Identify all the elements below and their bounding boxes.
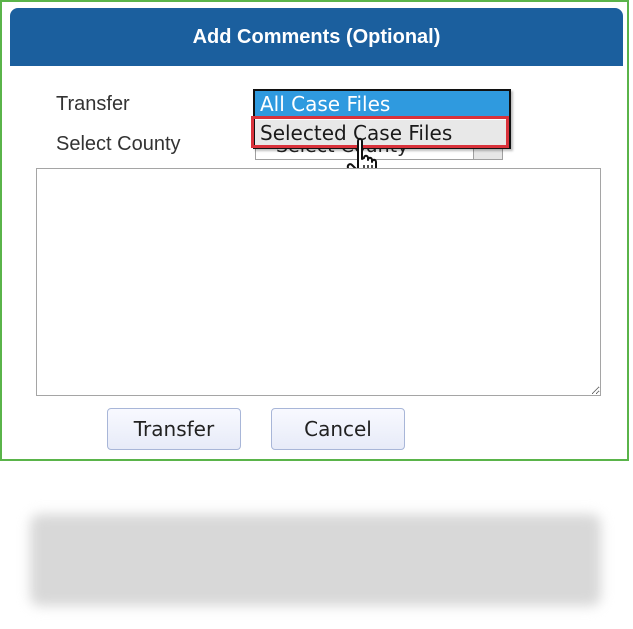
transfer-button[interactable]: Transfer [107,408,241,450]
cancel-button[interactable]: Cancel [271,408,405,450]
dialog-title: Add Comments (Optional) [10,8,623,66]
transfer-label: Transfer [56,93,130,115]
comments-textarea[interactable] [36,168,601,396]
select-county-label: Select County [56,133,181,155]
option-all-case-files[interactable]: All Case Files [255,91,509,118]
screen: Add Comments (Optional) Transfer Select … [0,0,633,629]
blurred-region [30,514,601,606]
